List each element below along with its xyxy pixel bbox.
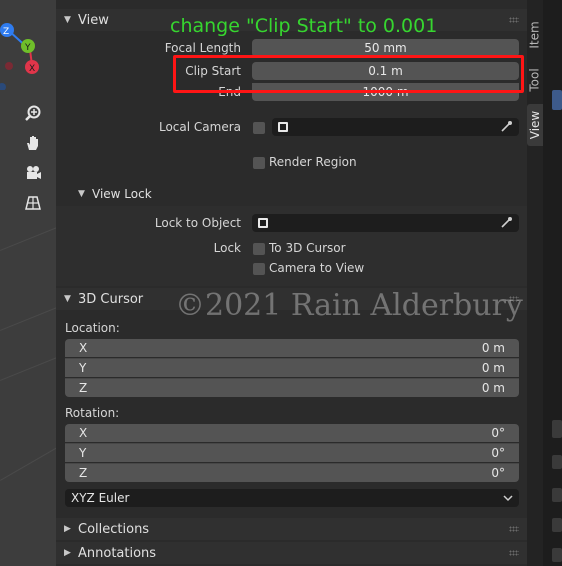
rotation-mode-select[interactable]: XYZ Euler <box>65 489 519 507</box>
rotation-x-field[interactable]: X 0° <box>65 424 519 442</box>
camera-to-view-label: Camera to View <box>269 261 365 275</box>
grid-line <box>0 350 56 381</box>
eyedropper-icon[interactable] <box>500 216 513 232</box>
rotation-mode-value: XYZ Euler <box>71 491 130 505</box>
render-region-checkbox[interactable] <box>253 157 265 169</box>
axis-value: 0° <box>491 466 505 480</box>
local-camera-label: Local Camera <box>158 120 241 134</box>
adjacent-editor-element <box>552 420 562 438</box>
focal-length-label: Focal Length <box>164 41 241 55</box>
highlight-box <box>173 55 524 93</box>
hand-icon[interactable] <box>20 130 46 156</box>
gizmo-y-label: Y <box>24 43 31 53</box>
collapse-arrow-icon: ▼ <box>78 189 85 199</box>
drag-grip-icon[interactable] <box>509 550 519 556</box>
lock-to-object-field[interactable] <box>252 214 519 232</box>
tutorial-annotation: change "Clip Start" to 0.001 <box>170 15 438 37</box>
tab-view[interactable]: View <box>527 104 543 146</box>
collapse-arrow-icon: ▼ <box>64 294 71 304</box>
section-title: View <box>78 12 109 28</box>
grid-icon[interactable] <box>20 190 46 216</box>
expand-arrow-icon: ▶ <box>64 548 71 558</box>
section-title: Collections <box>78 521 150 537</box>
local-camera-checkbox[interactable] <box>253 122 265 134</box>
drag-grip-icon[interactable] <box>509 17 519 23</box>
section-title: 3D Cursor <box>78 291 144 307</box>
adjacent-editor-element <box>552 455 562 469</box>
axis-value: 0° <box>491 426 505 440</box>
grid-line <box>0 440 56 481</box>
rotation-y-field[interactable]: Y 0° <box>65 443 519 462</box>
sidebar-tabs: Item Tool View <box>527 0 543 566</box>
axis-label: X <box>79 341 88 355</box>
render-region-label: Render Region <box>269 155 357 169</box>
adjacent-editor-element <box>552 488 562 502</box>
camera-to-view-checkbox[interactable] <box>253 263 265 275</box>
gizmo-x-label: X <box>29 64 35 74</box>
gizmo-z-label: Z <box>3 27 9 37</box>
adjacent-editor-edge <box>543 0 562 566</box>
view-lock-header[interactable]: ▼ View Lock <box>56 183 527 205</box>
chevron-down-icon <box>503 491 513 505</box>
location-z-field[interactable]: Z 0 m <box>65 378 519 397</box>
adjacent-editor-element <box>552 518 562 532</box>
object-icon <box>258 218 268 228</box>
eyedropper-icon[interactable] <box>500 120 513 136</box>
to-3d-cursor-checkbox[interactable] <box>253 243 265 255</box>
section-title: Annotations <box>78 545 157 561</box>
tab-item[interactable]: Item <box>527 12 543 58</box>
axis-value: 0 m <box>481 341 505 355</box>
axis-label: X <box>79 426 88 440</box>
grid-line <box>0 220 56 251</box>
drag-grip-icon[interactable] <box>509 526 519 532</box>
location-x-field[interactable]: X 0 m <box>65 339 519 357</box>
zoom-icon[interactable] <box>20 100 46 126</box>
navigation-gizmo[interactable]: Z Y X <box>0 20 56 90</box>
adjacent-editor-element <box>552 90 562 110</box>
axis-label: Z <box>79 466 88 480</box>
annotations-section-header[interactable]: ▶ Annotations <box>56 542 527 564</box>
3d-viewport[interactable]: Z Y X <box>0 0 56 566</box>
collections-section-header[interactable]: ▶ Collections <box>56 518 527 540</box>
tab-tool[interactable]: Tool <box>527 62 543 98</box>
camera-icon[interactable] <box>20 160 46 186</box>
axis-label: Z <box>79 381 88 395</box>
lock-label: Lock <box>213 241 241 255</box>
to-3d-cursor-label: To 3D Cursor <box>269 241 346 255</box>
location-y-field[interactable]: Y 0 m <box>65 358 519 377</box>
watermark: ©2021 Rain Alderbury <box>175 288 523 323</box>
axis-label: Y <box>79 361 87 375</box>
rotation-z-field[interactable]: Z 0° <box>65 463 519 482</box>
lock-to-object-label: Lock to Object <box>154 216 241 230</box>
object-icon <box>278 122 288 132</box>
subsection-title: View Lock <box>92 187 152 201</box>
collapse-arrow-icon: ▼ <box>64 15 71 25</box>
rotation-label: Rotation: <box>65 406 120 420</box>
local-camera-field[interactable] <box>272 118 519 136</box>
grid-line <box>0 300 56 331</box>
axis-value: 0 m <box>481 381 505 395</box>
expand-arrow-icon: ▶ <box>64 524 71 534</box>
axis-value: 0° <box>491 446 505 460</box>
adjacent-editor-element <box>552 548 562 562</box>
location-label: Location: <box>65 321 120 335</box>
axis-label: Y <box>79 446 87 460</box>
axis-value: 0 m <box>481 361 505 375</box>
